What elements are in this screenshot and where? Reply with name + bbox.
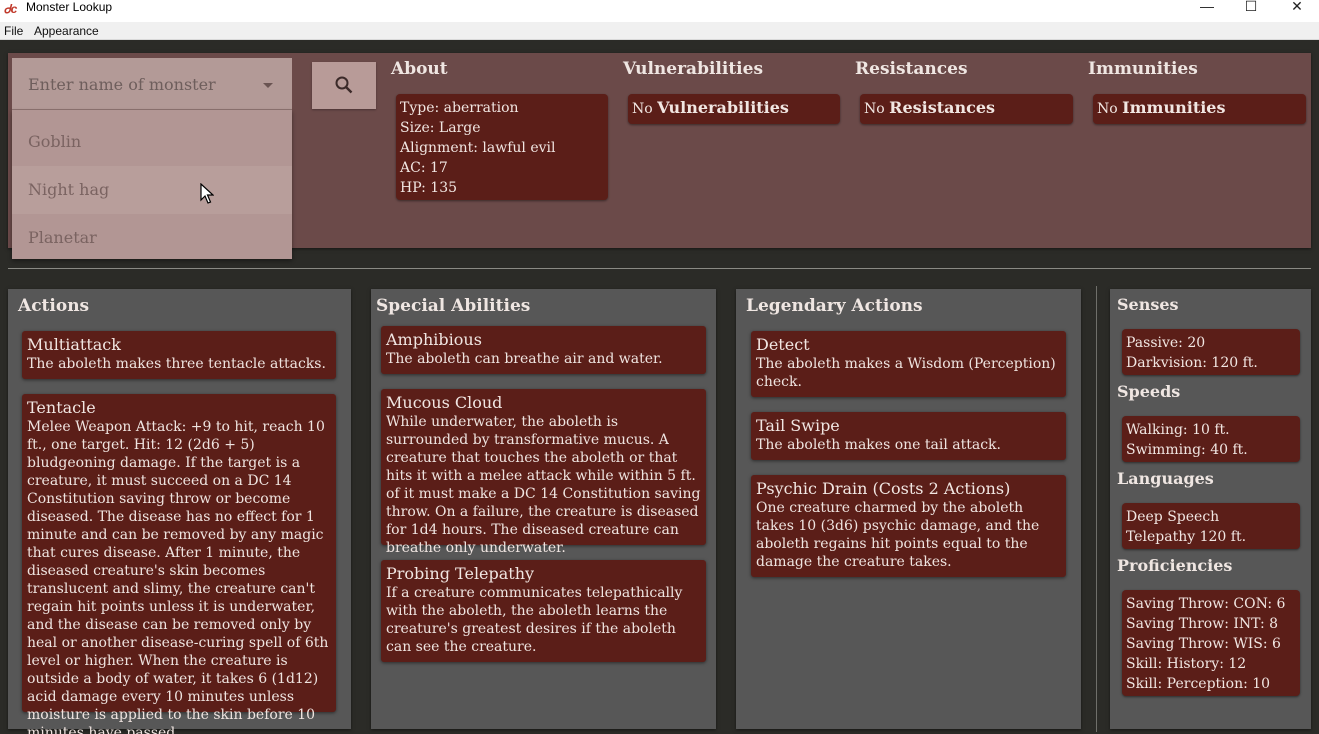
senses-title: Senses	[1117, 295, 1179, 314]
legendary-actions-column: Legendary Actions Detect The aboleth mak…	[736, 289, 1081, 729]
vulnerabilities-value: Vulnerabilities	[657, 98, 789, 117]
senses-line: Passive: 20	[1126, 335, 1206, 351]
action-card-multiattack: Multiattack The aboleth makes three tent…	[22, 331, 336, 379]
proficiencies-card: Saving Throw: CON: 6 Saving Throw: INT: …	[1122, 590, 1300, 696]
special-abilities-title: Special Abilities	[376, 296, 531, 316]
resistances-prefix: No	[864, 101, 885, 117]
action-desc: Melee Weapon Attack: +9 to hit, reach 10…	[27, 419, 329, 734]
column-divider	[1096, 286, 1097, 732]
speeds-line: Swimming: 40 ft.	[1126, 442, 1248, 458]
immunities-card: No Immunities	[1093, 94, 1306, 124]
monster-search-combobox[interactable]: Enter name of monster	[12, 58, 292, 110]
ability-card-amphibious: Amphibious The aboleth can breathe air a…	[381, 326, 706, 374]
dropdown-option-planetar[interactable]: Planetar	[12, 214, 292, 262]
proficiency-line: Skill: Perception: 10	[1126, 676, 1271, 692]
proficiency-line: Saving Throw: INT: 8	[1126, 616, 1279, 632]
languages-line: Telepathy 120 ft.	[1126, 529, 1247, 545]
vulnerabilities-card: No Vulnerabilities	[628, 94, 840, 124]
search-button[interactable]	[312, 62, 376, 109]
languages-title: Languages	[1117, 469, 1214, 488]
search-input[interactable]: Enter name of monster	[28, 75, 216, 94]
about-type: Type: aberration	[400, 100, 519, 116]
legendary-card-tail-swipe: Tail Swipe The aboleth makes one tail at…	[751, 412, 1066, 460]
legendary-card-detect: Detect The aboleth makes a Wisdom (Perce…	[751, 331, 1066, 397]
about-alignment: Alignment: lawful evil	[400, 140, 556, 156]
proficiency-line: Saving Throw: WIS: 6	[1126, 636, 1281, 652]
maximize-icon[interactable]: ☐	[1228, 0, 1274, 14]
actions-column: Actions Multiattack The aboleth makes th…	[8, 289, 351, 734]
languages-line: Deep Speech	[1126, 509, 1220, 525]
immunities-prefix: No	[1097, 101, 1118, 117]
speeds-line: Walking: 10 ft.	[1126, 422, 1230, 438]
mouse-cursor-icon	[200, 183, 214, 204]
immunities-title: Immunities	[1088, 59, 1198, 79]
action-card-tentacle: Tentacle Melee Weapon Attack: +9 to hit,…	[22, 394, 336, 734]
ability-name: Probing Telepathy	[386, 564, 535, 583]
about-card: Type: aberration Size: Large Alignment: …	[396, 94, 608, 200]
chevron-down-icon[interactable]	[263, 83, 273, 88]
legendary-actions-title: Legendary Actions	[746, 296, 923, 316]
proficiency-line: Saving Throw: CON: 6	[1126, 596, 1286, 612]
ability-card-mucous-cloud: Mucous Cloud While underwater, the abole…	[381, 389, 706, 556]
speeds-title: Speeds	[1117, 382, 1181, 401]
minimize-icon[interactable]: —	[1184, 0, 1230, 14]
window-title: Monster Lookup	[26, 0, 113, 14]
d&d-logo-icon: Ꮷc	[4, 2, 18, 16]
ability-desc: While underwater, the aboleth is surroun…	[386, 414, 701, 556]
about-title: About	[391, 59, 448, 79]
menu-bar: File Appearance	[0, 22, 1319, 40]
about-hp: HP: 135	[400, 180, 458, 196]
resistances-title: Resistances	[855, 59, 968, 79]
ability-name: Mucous Cloud	[386, 393, 503, 412]
vulnerabilities-title: Vulnerabilities	[623, 59, 764, 79]
speeds-card: Walking: 10 ft. Swimming: 40 ft.	[1122, 416, 1300, 462]
actions-title: Actions	[18, 296, 90, 316]
senses-line: Darkvision: 120 ft.	[1126, 355, 1258, 371]
section-divider	[8, 268, 1311, 269]
menu-file[interactable]: File	[4, 24, 23, 38]
languages-card: Deep Speech Telepathy 120 ft.	[1122, 503, 1300, 549]
action-desc: The aboleth makes three tentacle attacks…	[27, 356, 326, 372]
legendary-name: Tail Swipe	[756, 416, 840, 435]
resistances-card: No Resistances	[860, 94, 1073, 124]
search-icon	[335, 76, 353, 94]
legendary-name: Detect	[756, 335, 810, 354]
search-dropdown-list: Goblin Night hag Planetar	[12, 110, 292, 259]
ability-card-probing-telepathy: Probing Telepathy If a creature communic…	[381, 560, 706, 662]
traits-column: Senses Passive: 20 Darkvision: 120 ft. S…	[1110, 289, 1311, 729]
legendary-desc: One creature charmed by the aboleth take…	[756, 500, 1040, 570]
vulnerabilities-prefix: No	[632, 101, 653, 117]
ability-desc: The aboleth can breathe air and water.	[386, 351, 663, 367]
proficiency-line: Skill: History: 12	[1126, 656, 1247, 672]
menu-appearance[interactable]: Appearance	[34, 24, 99, 38]
senses-card: Passive: 20 Darkvision: 120 ft.	[1122, 329, 1300, 375]
action-name: Multiattack	[27, 335, 121, 354]
legendary-desc: The aboleth makes a Wisdom (Perception) …	[756, 356, 1056, 390]
special-abilities-column: Special Abilities Amphibious The aboleth…	[371, 289, 716, 729]
legendary-card-psychic-drain: Psychic Drain (Costs 2 Actions) One crea…	[751, 475, 1066, 577]
resistances-value: Resistances	[889, 98, 996, 117]
about-ac: AC: 17	[400, 160, 448, 176]
action-name: Tentacle	[27, 398, 96, 417]
close-icon[interactable]: ✕	[1274, 0, 1319, 14]
dropdown-option-goblin[interactable]: Goblin	[12, 118, 292, 166]
legendary-name: Psychic Drain (Costs 2 Actions)	[756, 479, 1011, 498]
ability-name: Amphibious	[386, 330, 482, 349]
ability-desc: If a creature communicates telepathicall…	[386, 585, 683, 655]
immunities-value: Immunities	[1122, 98, 1226, 117]
legendary-desc: The aboleth makes one tail attack.	[756, 437, 1001, 453]
title-bar: Ꮷc Monster Lookup — ☐ ✕	[0, 0, 1319, 22]
proficiencies-title: Proficiencies	[1117, 556, 1233, 575]
dropdown-option-night-hag[interactable]: Night hag	[12, 166, 292, 214]
about-size: Size: Large	[400, 120, 481, 136]
